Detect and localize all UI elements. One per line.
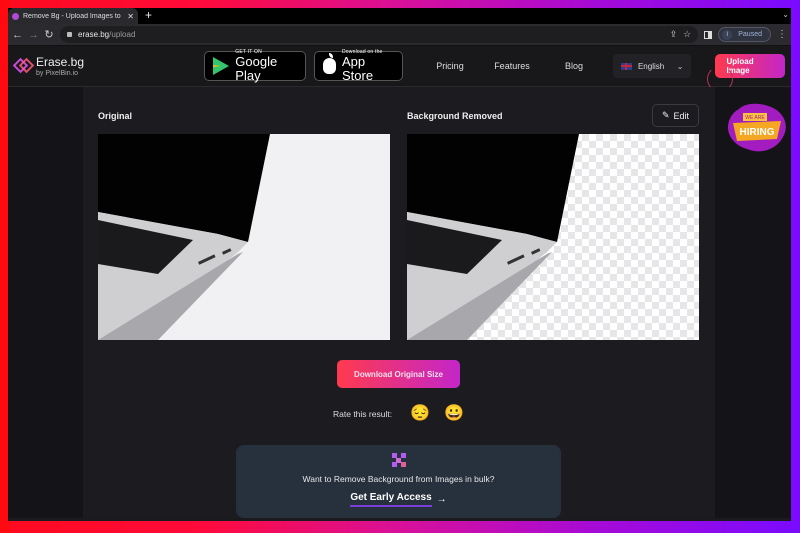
arrow-right-icon: → xyxy=(436,494,447,505)
favicon-icon xyxy=(12,12,19,20)
side-panel-icon[interactable] xyxy=(704,30,713,39)
edit-label: Edit xyxy=(673,110,690,121)
share-icon[interactable]: ⇪ xyxy=(670,29,678,40)
get-early-access-link[interactable]: Get Early Access → xyxy=(350,492,447,507)
result-container: Original Background Removed ✎ Edit Downl… xyxy=(83,87,715,518)
nav-pricing[interactable]: Pricing xyxy=(419,61,481,71)
site-header: Erase.bg by PixelBin.io GET IT ON Google… xyxy=(8,46,791,92)
url-path: /upload xyxy=(109,30,136,39)
logo[interactable]: Erase.bg by PixelBin.io xyxy=(12,54,204,77)
hiring-badge[interactable]: WE ARE HIRING xyxy=(725,101,789,155)
original-label: Original xyxy=(98,111,133,121)
download-original-button[interactable]: Download Original Size xyxy=(337,360,460,388)
background-removed-image xyxy=(407,134,699,340)
removed-label: Background Removed xyxy=(407,111,503,121)
close-tab-icon[interactable]: ✕ xyxy=(127,12,134,21)
lock-icon xyxy=(67,32,72,37)
nav-blog[interactable]: Blog xyxy=(543,61,605,71)
app-store-big: App Store xyxy=(342,54,374,83)
bulk-upload-card: Want to Remove Background from Images in… xyxy=(236,445,561,518)
tab-search-icon[interactable]: ⌄ xyxy=(782,10,789,19)
bulk-text: Want to Remove Background from Images in… xyxy=(302,474,495,484)
logo-name: Erase.bg xyxy=(36,54,85,69)
google-play-button[interactable]: GET IT ON Google Play xyxy=(204,49,307,83)
original-image xyxy=(98,134,390,340)
url-host: erase.bg xyxy=(78,30,110,39)
uk-flag-icon xyxy=(620,62,632,70)
app-store-button[interactable]: Download on the App Store xyxy=(314,49,403,83)
logo-subtitle: by PixelBin.io xyxy=(36,69,79,77)
browser-toolbar: ← → ↻ erase.bg/upload ⇪ ☆ I Paused ⋮ xyxy=(8,24,791,46)
nav-features[interactable]: Features xyxy=(481,61,543,71)
reload-icon[interactable]: ↻ xyxy=(44,28,54,41)
profile-button[interactable]: I Paused xyxy=(718,27,771,42)
apple-icon xyxy=(323,53,336,74)
menu-icon[interactable]: ⋮ xyxy=(777,29,787,40)
forward-icon[interactable]: → xyxy=(28,29,39,41)
google-play-icon xyxy=(213,57,230,75)
back-icon[interactable]: ← xyxy=(12,29,23,41)
hiring-top-text: WE ARE xyxy=(745,115,765,121)
page-body: Original Background Removed ✎ Edit Downl… xyxy=(8,87,791,518)
browser-window: Remove Bg - Upload Images to ✕ + ⌄ ← → ↻… xyxy=(8,8,791,521)
hiring-main-text: HIRING xyxy=(740,127,775,138)
rating-row: Rate this result: 😔 😀 xyxy=(333,405,464,423)
get-early-access-label: Get Early Access xyxy=(350,492,432,507)
erase-bg-logo-icon xyxy=(12,57,35,75)
new-tab-button[interactable]: + xyxy=(145,9,152,22)
profile-status: Paused xyxy=(738,31,762,38)
laptop-image xyxy=(98,134,270,340)
pencil-icon: ✎ xyxy=(661,110,670,120)
edit-button[interactable]: ✎ Edit xyxy=(652,104,699,127)
google-play-big: Google Play xyxy=(235,54,278,83)
tab-strip: Remove Bg - Upload Images to ✕ + ⌄ xyxy=(8,8,791,24)
address-bar[interactable]: erase.bg/upload ⇪ ☆ xyxy=(60,26,699,43)
language-label: English xyxy=(637,61,665,71)
rate-good-emoji-icon[interactable]: 😀 xyxy=(444,405,464,423)
browser-tab[interactable]: Remove Bg - Upload Images to ✕ xyxy=(8,8,138,24)
bookmark-star-icon[interactable]: ☆ xyxy=(683,29,691,40)
rate-bad-emoji-icon[interactable]: 😔 xyxy=(410,405,430,423)
chevron-down-icon: ⌄ xyxy=(676,61,684,71)
rate-label: Rate this result: xyxy=(333,409,393,419)
profile-avatar: I xyxy=(722,29,733,40)
bulk-pixel-icon xyxy=(391,453,406,467)
main-nav: Pricing Features Blog xyxy=(419,61,605,71)
laptop-cutout-image xyxy=(407,134,579,340)
tab-title: Remove Bg - Upload Images to xyxy=(23,12,121,20)
language-select[interactable]: English ⌄ xyxy=(612,54,692,78)
